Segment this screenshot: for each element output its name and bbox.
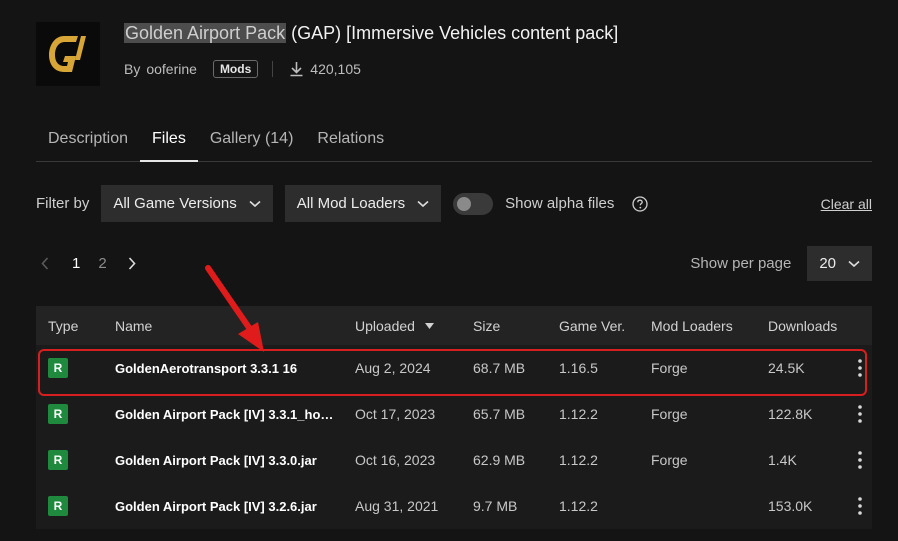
file-mod-loader: Forge bbox=[651, 406, 688, 422]
files-table: Type Name Uploaded Size Game Ver. Mod Lo… bbox=[36, 306, 872, 529]
file-name[interactable]: Golden Airport Pack [IV] 3.3.1_ho… bbox=[115, 407, 355, 422]
gap-logo-icon bbox=[49, 36, 86, 72]
col-mod-loaders: Mod Loaders bbox=[651, 317, 733, 334]
col-game-ver: Game Ver. bbox=[559, 317, 626, 334]
more-options-icon[interactable] bbox=[848, 497, 872, 515]
more-options-icon[interactable] bbox=[848, 359, 872, 377]
release-badge: R bbox=[48, 404, 68, 424]
chevron-down-icon bbox=[848, 260, 860, 268]
file-uploaded: Oct 16, 2023 bbox=[355, 452, 436, 468]
file-downloads: 122.8K bbox=[768, 406, 813, 422]
file-game-ver: 1.16.5 bbox=[559, 360, 598, 376]
col-downloads: Downloads bbox=[768, 317, 838, 334]
help-icon[interactable] bbox=[632, 195, 649, 212]
author-link[interactable]: ooferine bbox=[146, 61, 197, 77]
category-badge[interactable]: Mods bbox=[212, 60, 259, 78]
file-name[interactable]: GoldenAerotransport 3.3.1 16 bbox=[115, 361, 355, 376]
col-uploaded-label: Uploaded bbox=[355, 317, 415, 334]
pagination: 1 2 Show per page 20 bbox=[36, 246, 872, 281]
game-version-value: All Game Versions bbox=[113, 195, 237, 212]
alpha-files-toggle[interactable] bbox=[453, 192, 494, 215]
table-row[interactable]: R Golden Airport Pack [IV] 3.3.0.jar Oct… bbox=[36, 437, 872, 483]
table-row[interactable]: R Golden Airport Pack [IV] 3.3.1_ho… Oct… bbox=[36, 391, 872, 437]
file-mod-loader: Forge bbox=[651, 452, 688, 468]
file-size: 65.7 MB bbox=[473, 406, 526, 422]
prev-page-icon[interactable] bbox=[36, 257, 54, 270]
game-version-dropdown[interactable]: All Game Versions bbox=[101, 185, 273, 222]
project-title-highlight: Golden Airport Pack bbox=[124, 23, 287, 43]
page-1[interactable]: 1 bbox=[72, 255, 80, 272]
file-uploaded: Aug 2, 2024 bbox=[355, 360, 431, 376]
project-title[interactable]: Golden Airport Pack (GAP) [Immersive Veh… bbox=[124, 22, 618, 44]
per-page-dropdown[interactable]: 20 bbox=[807, 246, 872, 281]
page-2[interactable]: 2 bbox=[98, 255, 106, 272]
table-header: Type Name Uploaded Size Game Ver. Mod Lo… bbox=[36, 306, 872, 345]
release-badge: R bbox=[48, 450, 68, 470]
col-uploaded[interactable]: Uploaded bbox=[355, 318, 473, 334]
alpha-files-label: Show alpha files bbox=[505, 195, 615, 212]
filter-bar: Filter by All Game Versions All Mod Load… bbox=[36, 185, 872, 222]
annotation-arrow-icon bbox=[205, 265, 264, 352]
chevron-down-icon bbox=[249, 200, 261, 208]
col-size: Size bbox=[473, 317, 501, 334]
more-options-icon[interactable] bbox=[848, 405, 872, 423]
project-logo[interactable] bbox=[36, 22, 100, 86]
sort-desc-icon bbox=[424, 322, 434, 329]
tab-gallery[interactable]: Gallery (14) bbox=[198, 128, 306, 162]
next-page-icon[interactable] bbox=[123, 257, 141, 270]
tab-files[interactable]: Files bbox=[140, 128, 198, 162]
file-game-ver: 1.12.2 bbox=[559, 498, 598, 514]
per-page-label: Show per page bbox=[690, 255, 792, 272]
file-downloads: 153.0K bbox=[768, 498, 813, 514]
download-icon bbox=[289, 61, 304, 77]
filter-label: Filter by bbox=[36, 195, 90, 212]
table-row[interactable]: R GoldenAerotransport 3.3.1 16 Aug 2, 20… bbox=[36, 345, 872, 391]
mod-loader-dropdown[interactable]: All Mod Loaders bbox=[284, 185, 442, 222]
file-game-ver: 1.12.2 bbox=[559, 406, 598, 422]
toggle-knob bbox=[457, 196, 472, 211]
file-uploaded: Aug 31, 2021 bbox=[355, 498, 439, 514]
col-type: Type bbox=[48, 317, 79, 334]
project-tabs: Description Files Gallery (14) Relations bbox=[36, 128, 872, 162]
download-count: 420,105 bbox=[310, 61, 361, 77]
release-badge: R bbox=[48, 496, 68, 516]
chevron-down-icon bbox=[417, 200, 429, 208]
meta-divider bbox=[272, 61, 274, 77]
file-game-ver: 1.12.2 bbox=[559, 452, 598, 468]
tab-relations[interactable]: Relations bbox=[305, 128, 396, 162]
file-size: 62.9 MB bbox=[473, 452, 526, 468]
more-options-icon[interactable] bbox=[848, 451, 872, 469]
by-label: By bbox=[124, 61, 141, 77]
mod-loader-value: All Mod Loaders bbox=[296, 195, 406, 212]
file-size: 9.7 MB bbox=[473, 498, 518, 514]
project-meta: By ooferine Mods 420,105 bbox=[124, 60, 618, 78]
per-page-control: Show per page 20 bbox=[690, 246, 872, 281]
file-name[interactable]: Golden Airport Pack [IV] 3.3.0.jar bbox=[115, 453, 355, 468]
per-page-value: 20 bbox=[819, 255, 836, 272]
tab-description[interactable]: Description bbox=[36, 128, 140, 162]
table-row[interactable]: R Golden Airport Pack [IV] 3.2.6.jar Aug… bbox=[36, 483, 872, 529]
file-name[interactable]: Golden Airport Pack [IV] 3.2.6.jar bbox=[115, 499, 355, 514]
clear-all-link[interactable]: Clear all bbox=[821, 196, 872, 212]
project-header: Golden Airport Pack (GAP) [Immersive Veh… bbox=[36, 22, 618, 86]
file-downloads: 1.4K bbox=[768, 452, 797, 468]
file-downloads: 24.5K bbox=[768, 360, 805, 376]
project-title-rest: (GAP) [Immersive Vehicles content pack] bbox=[286, 23, 619, 43]
file-size: 68.7 MB bbox=[473, 360, 526, 376]
file-mod-loader: Forge bbox=[651, 360, 688, 376]
release-badge: R bbox=[48, 358, 68, 378]
file-uploaded: Oct 17, 2023 bbox=[355, 406, 436, 422]
